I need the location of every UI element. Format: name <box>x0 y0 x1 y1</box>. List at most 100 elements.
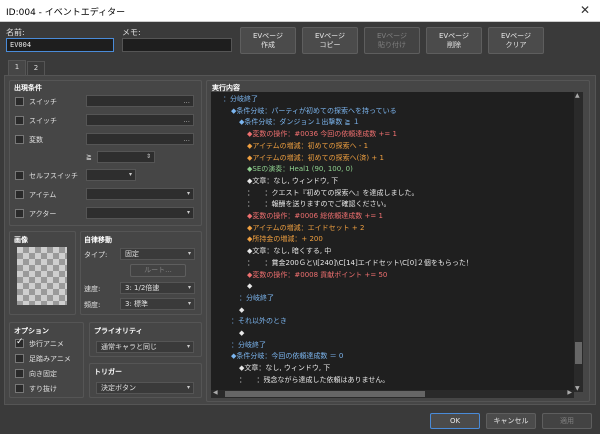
spinner-icon[interactable]: ⇕ <box>146 152 151 162</box>
trigger-title: トリガー <box>94 368 122 376</box>
command-line[interactable]: ◆ <box>239 305 244 315</box>
command-line[interactable]: ：それ以外のとき <box>231 316 287 326</box>
ellipsis-icon: ... <box>183 97 190 105</box>
direction-fix-checkbox[interactable] <box>15 369 24 378</box>
command-line[interactable]: ◆アイテムの増減：初めての探索へ(済) + 1 <box>247 153 384 163</box>
speed-label: 速度: <box>84 285 101 293</box>
item-checkbox[interactable] <box>15 190 24 199</box>
command-line[interactable]: ◆ <box>239 328 244 338</box>
chevron-down-icon: ▾ <box>187 284 191 291</box>
priority-select[interactable]: 通常キャラと同じ ▾ <box>96 341 194 353</box>
variable-label: 変数 <box>29 136 43 144</box>
command-line[interactable]: ： ：賞金200Ｇと\I[240]\C[14]エイドセット\C[0]２個をもらっ… <box>247 258 473 268</box>
button-line: EVページ <box>376 31 408 40</box>
tab-page-2[interactable]: 2 <box>27 61 45 75</box>
tab-page-1[interactable]: 1 <box>8 60 26 75</box>
chevron-down-icon: ▾ <box>186 343 190 350</box>
memo-label: メモ: <box>122 28 141 37</box>
item-select[interactable]: ▾ <box>86 188 194 200</box>
type-select[interactable]: 固定 ▾ <box>120 248 195 260</box>
gte-symbol: ≧ <box>86 153 92 161</box>
through-checkbox[interactable] <box>15 384 24 393</box>
paste-page-button[interactable]: EVページ 貼り付け <box>364 27 420 54</box>
speed-value: 3: 1/2倍速 <box>125 284 160 292</box>
delete-page-button[interactable]: EVページ 削除 <box>426 27 482 54</box>
type-label: タイプ: <box>84 251 108 259</box>
vertical-scrollbar[interactable]: ▲ ▼ <box>574 92 583 392</box>
scroll-down-icon[interactable]: ▼ <box>575 385 580 392</box>
button-line: EVページ <box>500 31 532 40</box>
cancel-button[interactable]: キャンセル <box>486 413 536 429</box>
step-anime-checkbox[interactable] <box>15 354 24 363</box>
horizontal-scroll-thumb[interactable] <box>225 391 425 397</box>
command-line[interactable]: ◆アイテムの増減：エイドセット + 2 <box>247 223 364 233</box>
command-line[interactable]: ◆条件分岐：ダンジョン１出撃数 ≧ １ <box>239 117 360 127</box>
copy-page-button[interactable]: EVページ コピー <box>302 27 358 54</box>
switch2-field[interactable]: ... <box>86 114 194 126</box>
walk-anime-label: 歩行アニメ <box>29 340 64 348</box>
command-line[interactable]: ◆変数の操作：#0036 今回の依頼達成数 += 1 <box>247 129 397 139</box>
walk-anime-checkbox[interactable] <box>15 337 24 348</box>
scroll-up-icon[interactable]: ▲ <box>575 92 580 99</box>
speed-select[interactable]: 3: 1/2倍速 ▾ <box>120 282 195 294</box>
clear-page-button[interactable]: EVページ クリア <box>488 27 544 54</box>
create-page-button[interactable]: EVページ 作成 <box>240 27 296 54</box>
switch1-field[interactable]: ... <box>86 95 194 107</box>
command-line[interactable]: ◆文章：なし, ウィンドウ, 下 <box>239 363 330 373</box>
apply-button[interactable]: 適用 <box>542 413 592 429</box>
command-line[interactable]: ： ：残念ながら達成した依頼はありません。 <box>239 375 389 385</box>
trigger-select[interactable]: 決定ボタン ▾ <box>96 382 194 394</box>
actor-select[interactable]: ▾ <box>86 207 194 219</box>
actor-checkbox[interactable] <box>15 209 24 218</box>
scroll-left-icon[interactable]: ◀ <box>213 389 218 396</box>
chevron-down-icon: ▾ <box>128 171 132 178</box>
command-line[interactable]: ： ：クエスト『初めての探索へ』を達成しました。 <box>247 188 419 198</box>
vertical-scroll-thumb[interactable] <box>575 342 582 364</box>
event-image-preview[interactable] <box>17 247 67 305</box>
priority-value: 通常キャラと同じ <box>101 343 157 351</box>
self-switch-select[interactable]: ▾ <box>86 169 136 181</box>
memo-input[interactable] <box>122 38 232 52</box>
switch1-label: スイッチ <box>29 98 57 106</box>
command-line[interactable]: ◆文章：なし, ウィンドウ, 下 <box>247 176 338 186</box>
chevron-down-icon: ▾ <box>186 190 190 197</box>
self-switch-checkbox[interactable] <box>15 171 24 180</box>
command-line[interactable]: ◆アイテムの増減：初めての探索へ - 1 <box>247 141 368 151</box>
frequency-value: 3: 標準 <box>125 300 149 308</box>
command-line[interactable]: ◆条件分岐：パーティが初めての探索へを持っている <box>231 106 397 116</box>
command-line[interactable]: ：分岐終了 <box>239 293 274 303</box>
command-list[interactable]: ：分岐終了 ◆条件分岐：パーティが初めての探索へを持っている ◆条件分岐：ダンジョン… <box>211 92 574 392</box>
command-line[interactable]: ◆SEの演奏：Heal1 (90, 100, 0) <box>247 164 353 174</box>
ok-button[interactable]: OK <box>430 413 480 429</box>
command-line[interactable]: ◆ <box>247 281 252 291</box>
switch1-checkbox[interactable] <box>15 97 24 106</box>
ellipsis-icon: ... <box>183 116 190 124</box>
scroll-right-icon[interactable]: ▶ <box>567 389 572 396</box>
command-line[interactable]: ：分岐終了 <box>223 94 258 104</box>
horizontal-scrollbar[interactable]: ◀ ▶ <box>211 389 574 398</box>
button-line: EVページ <box>314 31 346 40</box>
command-line[interactable]: ◆変数の操作：#0008 貢献ポイント += 50 <box>247 270 387 280</box>
trigger-value: 決定ボタン <box>101 384 136 392</box>
variable-field[interactable]: ... <box>86 133 194 145</box>
name-label: 名前: <box>6 28 25 37</box>
name-input[interactable]: EV004 <box>6 38 114 52</box>
item-label: アイテム <box>29 191 57 199</box>
route-button[interactable]: ルート... <box>130 264 186 277</box>
frequency-label: 頻度: <box>84 301 101 309</box>
frequency-select[interactable]: 3: 標準 ▾ <box>120 298 195 310</box>
button-line: EVページ <box>252 31 284 40</box>
window-title: ID:004 - イベントエディター <box>6 8 126 18</box>
close-icon[interactable]: ✕ <box>580 3 590 17</box>
variable-value-input[interactable]: ⇕ <box>97 151 155 163</box>
command-line[interactable]: ◆変数の操作：#0006 総依頼達成数 += 1 <box>247 211 383 221</box>
command-line[interactable]: ： ：報酬を送りますのでご確認ください。 <box>247 199 391 209</box>
command-line[interactable]: ◆所持金の増減：+ 200 <box>247 234 323 244</box>
command-line[interactable]: ：分岐終了 <box>231 340 266 350</box>
variable-checkbox[interactable] <box>15 135 24 144</box>
switch2-checkbox[interactable] <box>15 116 24 125</box>
command-line[interactable]: ◆条件分岐：今回の依頼達成数 ＝ 0 <box>231 351 343 361</box>
image-title: 画像 <box>14 236 28 244</box>
button-line: クリア <box>505 40 527 49</box>
command-line[interactable]: ◆文章：なし, 暗くする, 中 <box>247 246 331 256</box>
